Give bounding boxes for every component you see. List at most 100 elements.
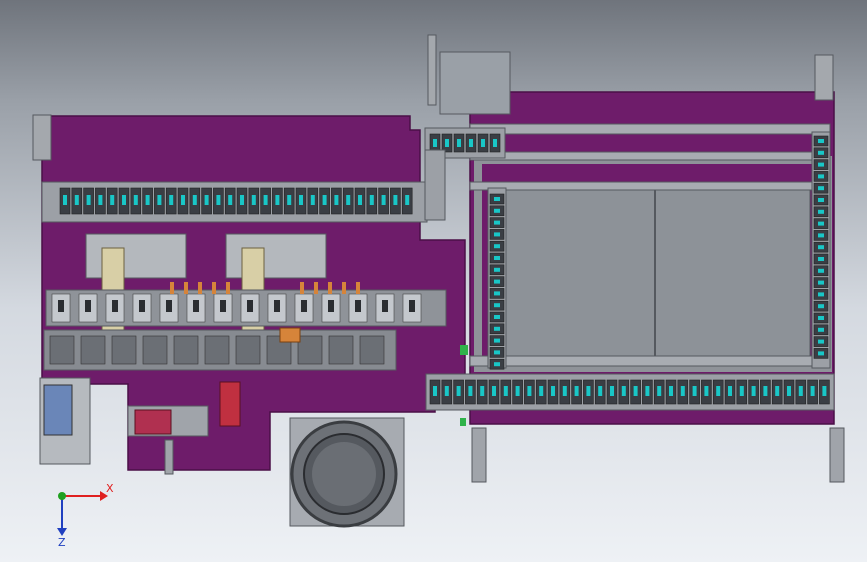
copper-contact (300, 282, 304, 294)
conveyor-cell-sensor (494, 350, 500, 355)
conveyor-cell-sensor (287, 195, 292, 205)
right-top-rail-3 (469, 181, 831, 191)
station-slot (85, 300, 91, 312)
conveyor-cell-sensor (818, 150, 824, 155)
conveyor-cell-sensor (562, 386, 567, 396)
conveyor-cell-sensor (818, 162, 824, 167)
conveyor-cell-sensor (818, 233, 824, 238)
station-slot (193, 300, 199, 312)
conveyor-cell-sensor (669, 386, 673, 396)
z-axis-label: Z (58, 536, 66, 548)
copper-contact (356, 282, 360, 294)
conveyor-cell-sensor (775, 386, 780, 396)
station-slot (58, 300, 64, 312)
conveyor-cell-sensor (494, 197, 500, 201)
conveyor-cell-sensor (469, 139, 473, 147)
conveyor-cell-sensor (494, 315, 500, 319)
conveyor-cell-sensor (216, 195, 221, 205)
conveyor-cell-sensor (818, 174, 824, 179)
conveyor-cell-sensor (169, 195, 174, 205)
conveyor-cell-sensor (468, 386, 473, 396)
copper-contact (198, 282, 202, 294)
conveyor-cell-sensor (393, 195, 398, 205)
top-cover-block (439, 51, 511, 115)
left-column-post (32, 114, 52, 161)
conveyor-cell-sensor (551, 386, 555, 396)
fixture-block (49, 335, 75, 365)
right-bottom-rail (469, 355, 831, 367)
conveyor-cell-sensor (818, 292, 824, 297)
station-slot (409, 300, 415, 312)
station-slot (301, 300, 307, 312)
conveyor-cell-sensor (494, 244, 500, 249)
conveyor-cell-sensor (692, 386, 697, 396)
conveyor-cell-sensor (457, 139, 461, 147)
conveyor-cell-sensor (74, 195, 79, 205)
conveyor-cell-sensor (645, 386, 650, 396)
conveyor-cell-sensor (310, 195, 315, 205)
conveyor-cell-sensor (818, 221, 824, 226)
leg-right (829, 427, 845, 483)
conveyor-cell-sensor (63, 195, 67, 205)
conveyor-cell-sensor (494, 338, 500, 343)
conveyor-cell-sensor (122, 195, 126, 205)
control-screen (43, 384, 73, 436)
copper-contact (342, 282, 346, 294)
left-column-post-2 (427, 34, 437, 106)
conveyor-cell-sensor (494, 303, 500, 308)
bowl-feeder-core (312, 442, 376, 506)
station-slot (247, 300, 253, 312)
conveyor-cell-sensor (822, 386, 827, 396)
conveyor-cell-sensor (369, 195, 374, 205)
conveyor-cell-sensor (157, 195, 162, 205)
conveyor-cell-sensor (818, 316, 824, 320)
fixture-block (80, 335, 106, 365)
conveyor-cell-sensor (818, 351, 824, 356)
station-slot (328, 300, 334, 312)
conveyor-cell-sensor (539, 386, 544, 396)
cad-viewport[interactable]: X Z (0, 0, 867, 562)
conveyor-cell-sensor (251, 195, 256, 205)
conveyor-cell-sensor (133, 195, 138, 205)
conveyor-cell-sensor (456, 386, 461, 396)
conveyor-cell-sensor (494, 291, 500, 296)
conveyor-cell-sensor (787, 386, 791, 396)
conveyor-cell-sensor (240, 195, 244, 205)
machine-assembly-model[interactable] (0, 0, 867, 562)
fixture-block (235, 335, 261, 365)
conveyor-cell-sensor (610, 386, 614, 396)
conveyor-cell-sensor (444, 386, 449, 396)
conveyor-cell-sensor (110, 195, 115, 205)
conveyor-cell-sensor (818, 268, 824, 273)
conveyor-cell-sensor (275, 195, 280, 205)
fixture-block (297, 335, 323, 365)
conveyor-cell-sensor (480, 386, 485, 396)
conveyor-cell-sensor (204, 195, 209, 205)
conveyor-cell-sensor (494, 279, 500, 284)
right-top-rail (469, 123, 831, 135)
conveyor-cell-sensor (728, 386, 732, 396)
fixture-block (173, 335, 199, 365)
conveyor-cell-sensor (433, 139, 437, 147)
conveyor-cell-sensor (818, 209, 824, 214)
conveyor-cell-sensor (492, 386, 496, 396)
conveyor-cell-sensor (574, 386, 579, 396)
motor-body (134, 409, 172, 435)
red-cylinder (219, 381, 241, 427)
conveyor-cell-sensor (494, 232, 500, 237)
fixture-block (328, 335, 354, 365)
copper-contact (170, 282, 174, 294)
right-top-rail-2 (469, 151, 831, 161)
copper-contact (184, 282, 188, 294)
conveyor-cell-sensor (494, 267, 500, 272)
station-slot (139, 300, 145, 312)
conveyor-cell-sensor (192, 195, 197, 205)
conveyor-cell-sensor (716, 386, 721, 396)
conveyor-cell-sensor (515, 386, 520, 396)
coordinate-triad: X Z (57, 482, 114, 548)
conveyor-cell-sensor (263, 195, 268, 205)
conveyor-cell-sensor (680, 386, 685, 396)
station-slot (382, 300, 388, 312)
conveyor-cell-sensor (818, 257, 824, 261)
conveyor-cell-sensor (818, 245, 824, 250)
